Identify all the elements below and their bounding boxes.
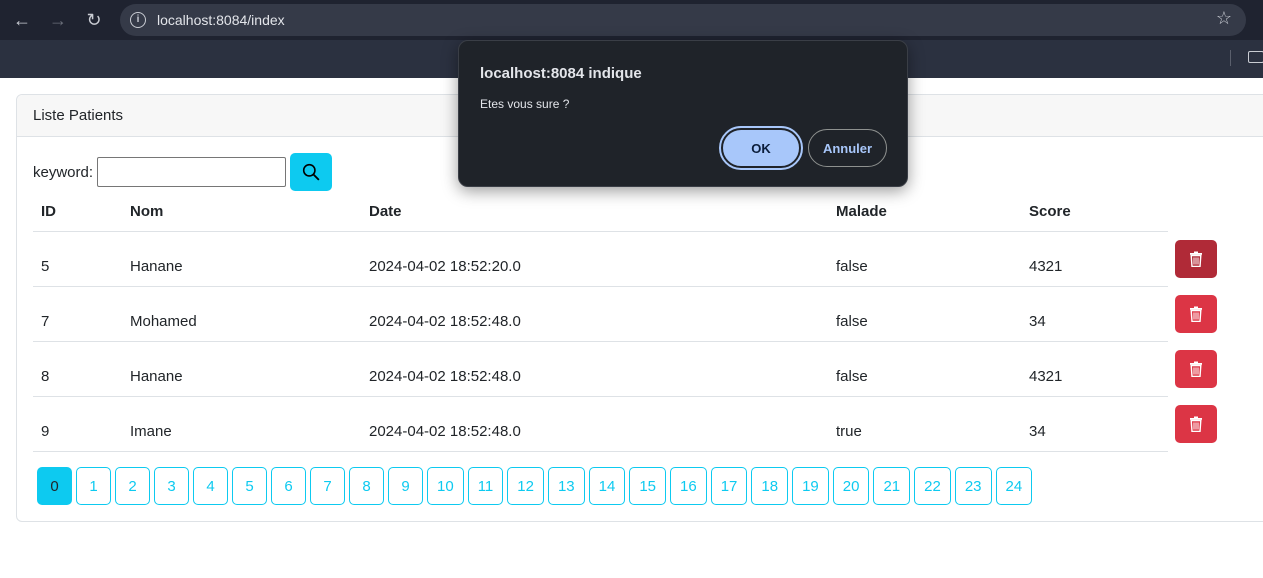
- bookmarks-separator: [1230, 50, 1231, 66]
- page-button-19[interactable]: 19: [792, 467, 829, 505]
- delete-button[interactable]: [1175, 294, 1217, 333]
- url-text[interactable]: localhost:8084/index: [157, 12, 285, 28]
- page-button-23[interactable]: 23: [954, 467, 992, 505]
- page-button-24[interactable]: 24: [995, 467, 1033, 505]
- cell-date: 2024-04-02 18:52:20.0: [361, 231, 828, 287]
- table-header-row: ID Nom Date Malade Score: [33, 193, 1228, 232]
- search-icon: [302, 163, 320, 181]
- dialog-message: Etes vous sure ?: [480, 97, 570, 111]
- header-date: Date: [361, 193, 828, 232]
- cell-nom: Hanane: [122, 341, 361, 397]
- cell-score: 4321: [1021, 231, 1168, 287]
- cell-id: 5: [33, 231, 122, 287]
- delete-button[interactable]: [1175, 239, 1217, 278]
- forward-icon[interactable]: →: [46, 8, 70, 32]
- reload-icon[interactable]: ↻: [82, 8, 106, 32]
- page-button-15[interactable]: 15: [629, 467, 667, 505]
- page-button-10[interactable]: 10: [427, 467, 464, 505]
- ok-button[interactable]: OK: [719, 126, 803, 170]
- page-button-21[interactable]: 21: [873, 467, 911, 505]
- page-button-14[interactable]: 14: [588, 467, 626, 505]
- page-button-4[interactable]: 4: [193, 467, 228, 505]
- cell-actions: [1168, 341, 1228, 396]
- cell-score: 34: [1021, 396, 1168, 452]
- table-row: 8 Hanane 2024-04-02 18:52:48.0 false 432…: [33, 341, 1228, 397]
- back-icon[interactable]: ←: [10, 8, 34, 32]
- page-button-22[interactable]: 22: [914, 467, 951, 505]
- keyword-label: keyword:: [33, 163, 94, 181]
- page-button-13[interactable]: 13: [547, 467, 585, 505]
- page-button-8[interactable]: 8: [349, 467, 384, 505]
- keyword-input[interactable]: [97, 157, 287, 187]
- search-form: keyword:: [33, 153, 333, 191]
- address-bar[interactable]: i localhost:8084/index ☆: [120, 4, 1246, 36]
- cell-id: 9: [33, 396, 122, 452]
- browser-toolbar: ← → ↻ i localhost:8084/index ☆: [0, 0, 1263, 40]
- cell-malade: false: [828, 231, 1021, 287]
- table-row: 5 Hanane 2024-04-02 18:52:20.0 false 432…: [33, 231, 1228, 287]
- table-row: 9 Imane 2024-04-02 18:52:48.0 true 34: [33, 396, 1228, 452]
- star-icon[interactable]: ☆: [1216, 8, 1232, 29]
- page-button-5[interactable]: 5: [232, 467, 267, 505]
- header-malade: Malade: [828, 193, 1021, 232]
- cell-score: 4321: [1021, 341, 1168, 397]
- delete-button[interactable]: [1175, 404, 1217, 443]
- patients-table: ID Nom Date Malade Score 5 Hanane 2024-0…: [33, 193, 1228, 452]
- cell-nom: Imane: [122, 396, 361, 452]
- dialog-title: localhost:8084 indique: [480, 65, 642, 82]
- page-button-1[interactable]: 1: [76, 467, 111, 505]
- cell-actions: [1168, 286, 1228, 341]
- cell-malade: true: [828, 396, 1021, 452]
- page-button-2[interactable]: 2: [115, 467, 150, 505]
- page-button-16[interactable]: 16: [670, 467, 707, 505]
- table-row: 7 Mohamed 2024-04-02 18:52:48.0 false 34: [33, 286, 1228, 342]
- page-button-12[interactable]: 12: [507, 467, 544, 505]
- search-button[interactable]: [290, 153, 333, 191]
- page-button-7[interactable]: 7: [310, 467, 345, 505]
- cell-date: 2024-04-02 18:52:48.0: [361, 396, 828, 452]
- header-nom: Nom: [122, 193, 361, 232]
- pagination: 0 1 2 3 4 5 6 7 8 9 10 11 12 13 14 15 16…: [37, 467, 1033, 505]
- trash-icon: [1190, 306, 1202, 322]
- cell-id: 8: [33, 341, 122, 397]
- trash-icon: [1190, 416, 1202, 432]
- page-button-6[interactable]: 6: [271, 467, 306, 505]
- header-actions: [1168, 193, 1228, 231]
- page-button-11[interactable]: 11: [467, 467, 504, 505]
- cell-date: 2024-04-02 18:52:48.0: [361, 286, 828, 342]
- info-icon[interactable]: i: [130, 12, 146, 28]
- folder-icon[interactable]: [1248, 51, 1263, 63]
- cell-score: 34: [1021, 286, 1168, 342]
- cell-date: 2024-04-02 18:52:48.0: [361, 341, 828, 397]
- page-button-0[interactable]: 0: [37, 467, 72, 505]
- page-button-3[interactable]: 3: [154, 467, 189, 505]
- header-id: ID: [33, 193, 122, 232]
- confirm-dialog: localhost:8084 indique Etes vous sure ? …: [458, 40, 908, 187]
- cancel-button[interactable]: Annuler: [808, 129, 887, 167]
- cell-malade: false: [828, 341, 1021, 397]
- cell-actions: [1168, 231, 1228, 286]
- page-button-18[interactable]: 18: [751, 467, 789, 505]
- page-button-17[interactable]: 17: [710, 467, 748, 505]
- trash-icon: [1190, 251, 1202, 267]
- cell-nom: Hanane: [122, 231, 361, 287]
- trash-icon: [1190, 361, 1202, 377]
- cell-actions: [1168, 396, 1228, 451]
- header-score: Score: [1021, 193, 1168, 232]
- cell-nom: Mohamed: [122, 286, 361, 342]
- delete-button[interactable]: [1175, 349, 1217, 388]
- cell-id: 7: [33, 286, 122, 342]
- page-button-20[interactable]: 20: [832, 467, 870, 505]
- cell-malade: false: [828, 286, 1021, 342]
- page-button-9[interactable]: 9: [388, 467, 423, 505]
